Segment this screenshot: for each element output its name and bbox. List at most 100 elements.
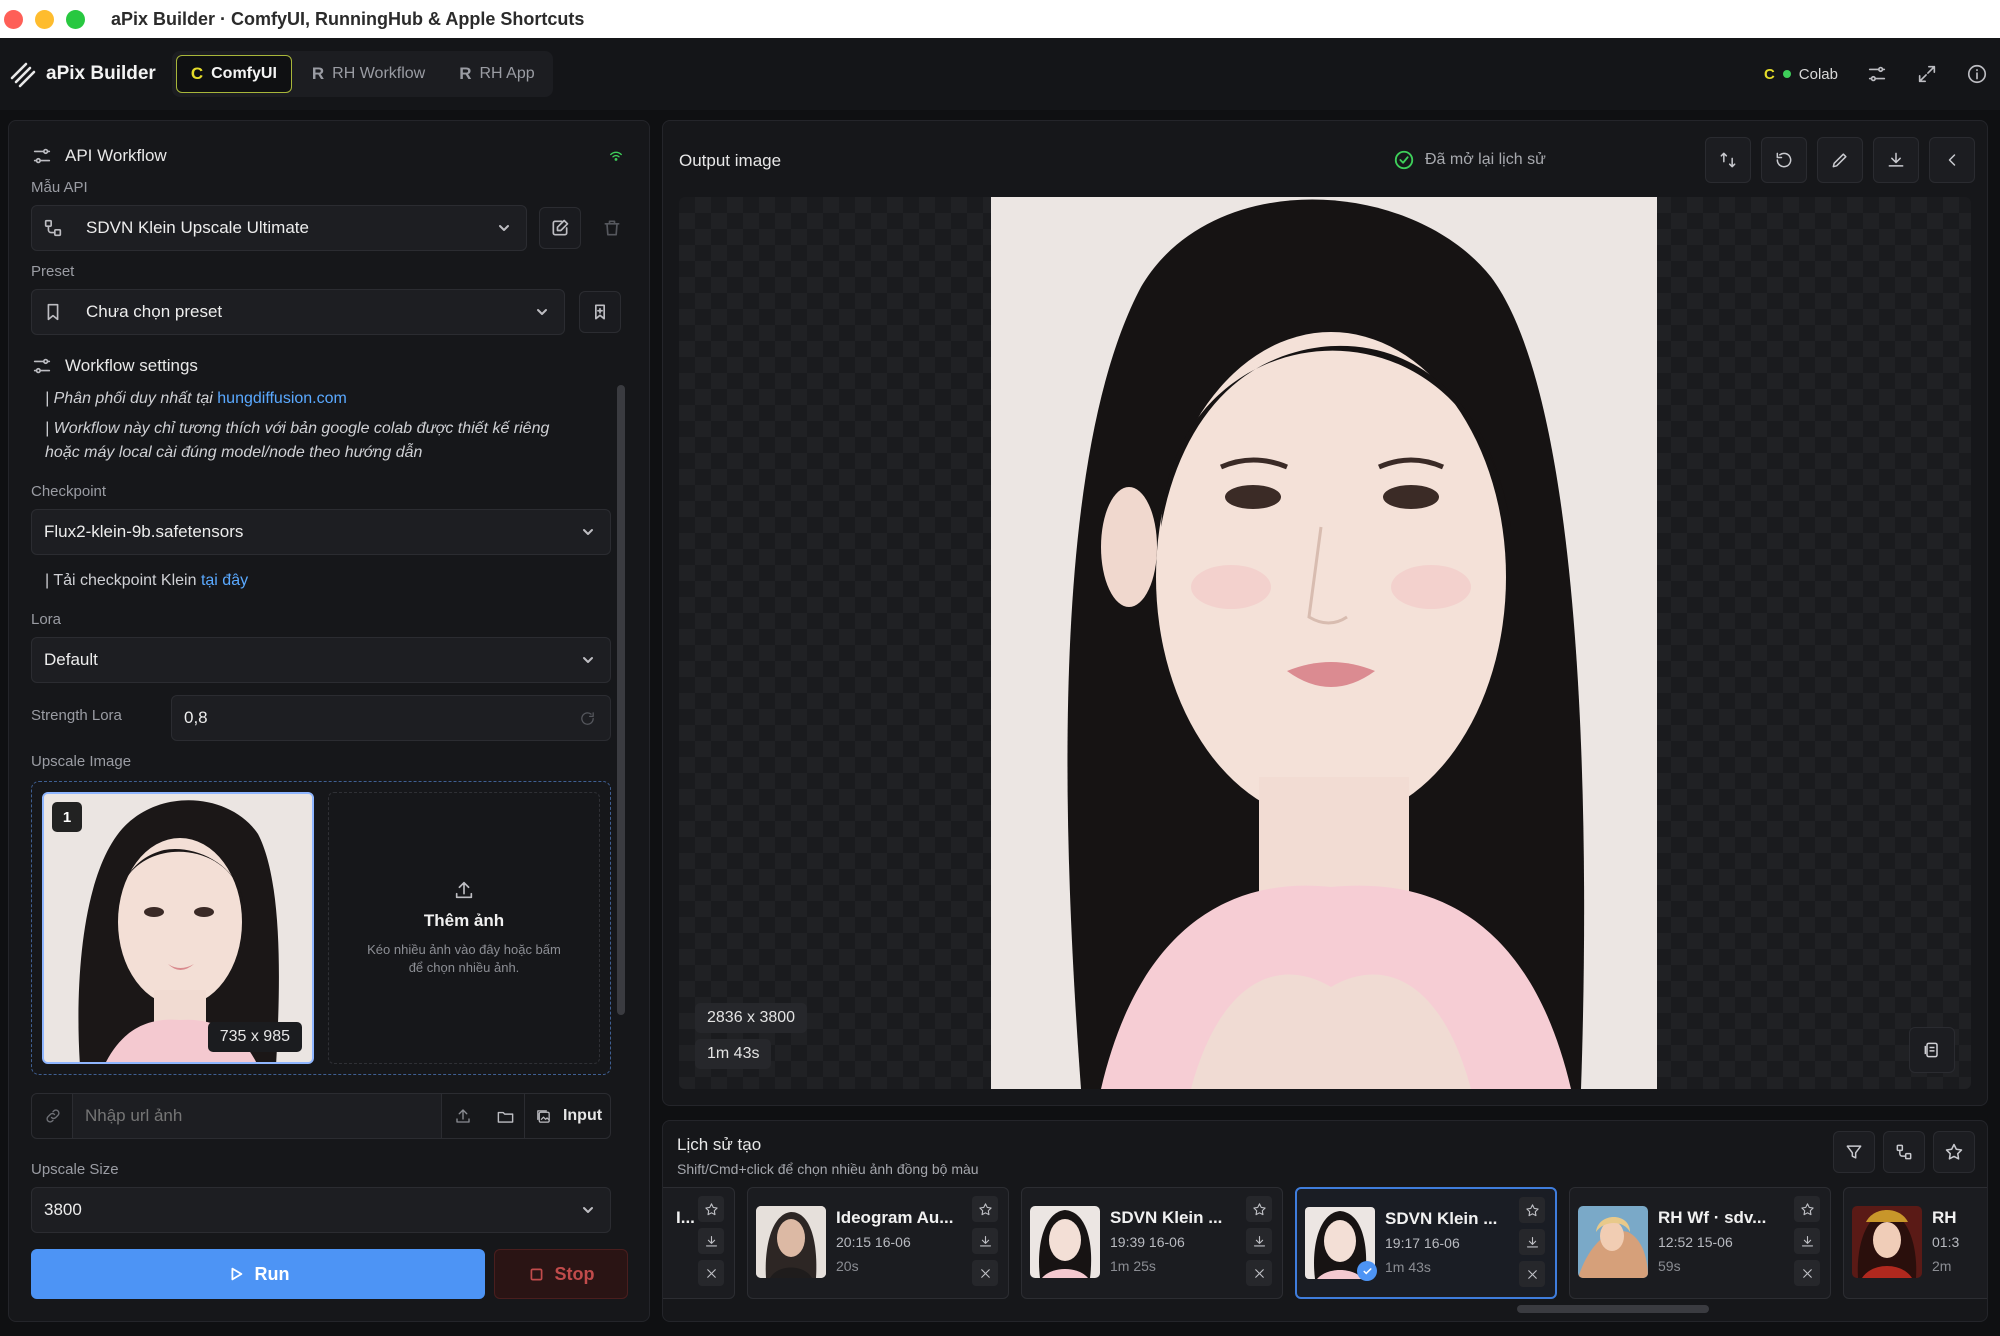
minimize-window-button[interactable] <box>35 9 54 29</box>
tab-label: RH Workflow <box>332 65 426 82</box>
api-label: Mẫu API <box>31 179 88 196</box>
favorite-icon[interactable] <box>972 1196 998 1222</box>
zoom-window-button[interactable] <box>66 9 85 29</box>
lora-select[interactable]: Default <box>31 637 611 683</box>
workflow-icon <box>42 217 64 239</box>
history-item-time: 19:39 16-06 <box>1110 1234 1185 1250</box>
history-item[interactable]: Ideogram Au... 20:15 16-06 20s <box>747 1187 1009 1299</box>
tab-comfyui[interactable]: C ComfyUI <box>175 55 292 93</box>
api-value: SDVN Klein Upscale Ultimate <box>86 218 309 237</box>
history-toolbar <box>1833 1131 1975 1173</box>
download-icon[interactable] <box>972 1228 998 1254</box>
strength-lora-value: 0,8 <box>184 708 208 727</box>
remove-icon[interactable] <box>1794 1260 1820 1286</box>
compare-button[interactable] <box>1705 137 1751 183</box>
bookmark-icon <box>42 301 64 323</box>
fit-view-button[interactable] <box>1909 1027 1955 1073</box>
output-toolbar <box>1705 137 1975 183</box>
preset-select[interactable]: Chưa chọn preset <box>31 289 565 335</box>
history-item[interactable]: I... <box>663 1187 735 1299</box>
workflow-filter-button[interactable] <box>1883 1131 1925 1173</box>
output-canvas[interactable]: 2836 x 3800 1m 43s <box>679 197 1971 1089</box>
checkpoint-download-link[interactable]: tại đây <box>201 572 248 589</box>
download-icon[interactable] <box>1794 1228 1820 1254</box>
output-image[interactable] <box>991 197 1657 1089</box>
runninghub-icon: R <box>459 64 472 83</box>
play-icon <box>231 1267 242 1281</box>
history-item[interactable]: RH Wf · sdv... 12:52 15-06 59s <box>1569 1187 1831 1299</box>
rerun-button[interactable] <box>1761 137 1807 183</box>
download-icon[interactable] <box>698 1228 724 1254</box>
stop-button[interactable]: Stop <box>494 1249 628 1299</box>
favorite-icon[interactable] <box>1519 1197 1545 1223</box>
save-preset-button[interactable] <box>579 291 621 333</box>
upscale-image-dropzone[interactable]: 1 735 x 985 Thêm ảnh Kéo nhiều ảnh vào đ… <box>31 781 611 1075</box>
api-workflow-header: API Workflow <box>31 145 167 167</box>
reset-icon[interactable] <box>576 707 598 729</box>
input-image-thumbnail[interactable]: 1 735 x 985 <box>42 792 314 1064</box>
bookmark-plus-icon <box>595 304 605 320</box>
api-select[interactable]: SDVN Klein Upscale Ultimate <box>31 205 527 251</box>
chevron-down-icon <box>534 304 550 320</box>
upscale-size-label: Upscale Size <box>31 1161 119 1178</box>
window-titlebar: aPix Builder · ComfyUI, RunningHub & App… <box>0 0 2000 38</box>
tab-rh-app[interactable]: R RH App <box>445 55 548 93</box>
history-item-selected[interactable]: SDVN Klein ... 19:17 16-06 1m 43s <box>1295 1187 1557 1299</box>
output-duration: 1m 43s <box>695 1039 772 1069</box>
download-icon[interactable] <box>1246 1228 1272 1254</box>
workflow-icon <box>1896 1144 1912 1160</box>
remove-icon[interactable] <box>1519 1261 1545 1287</box>
download-icon[interactable] <box>1519 1229 1545 1255</box>
workflow-settings-header: Workflow settings <box>31 355 198 377</box>
history-item[interactable]: SDVN Klein ... 19:39 16-06 1m 25s <box>1021 1187 1283 1299</box>
close-window-button[interactable] <box>4 9 23 29</box>
filter-button[interactable] <box>1833 1131 1875 1173</box>
image-url-input[interactable] <box>72 1094 442 1138</box>
edit-api-button[interactable] <box>539 207 581 249</box>
tab-label: ComfyUI <box>211 65 277 82</box>
fullscreen-icon[interactable] <box>1916 63 1938 85</box>
sliders-icon <box>31 355 53 377</box>
history-item[interactable]: RH 01:3 2m <box>1843 1187 1987 1299</box>
strength-lora-label: Strength Lora <box>31 707 122 724</box>
distribution-note: | Phân phối duy nhất tại hungdiffusion.c… <box>45 387 347 411</box>
image-url-bar: Input <box>31 1093 611 1139</box>
settings-sliders-icon[interactable] <box>1866 63 1888 85</box>
note-text: | Tải checkpoint Klein <box>45 572 201 589</box>
remove-icon[interactable] <box>698 1260 724 1286</box>
section-title: API Workflow <box>65 146 167 165</box>
remove-icon[interactable] <box>1246 1260 1272 1286</box>
input-gallery-button[interactable]: Input <box>524 1094 610 1138</box>
panel-scrollbar[interactable] <box>617 385 625 1015</box>
delete-api-button[interactable] <box>591 207 633 249</box>
run-label: Run <box>254 1263 290 1284</box>
remove-icon[interactable] <box>972 1260 998 1286</box>
hungdiffusion-link[interactable]: hungdiffusion.com <box>217 390 347 407</box>
history-item-duration: 20s <box>836 1258 859 1274</box>
status-text: Đã mở lại lịch sử <box>1425 151 1546 168</box>
upload-icon <box>453 879 475 901</box>
checkpoint-select[interactable]: Flux2-klein-9b.safetensors <box>31 509 611 555</box>
history-thumbnail <box>1578 1206 1648 1278</box>
favorites-button[interactable] <box>1933 1131 1975 1173</box>
favorite-icon[interactable] <box>1794 1196 1820 1222</box>
scroll-icon <box>1924 1042 1938 1058</box>
add-image-tile[interactable]: Thêm ảnh Kéo nhiều ảnh vào đây hoặc bấm … <box>328 792 600 1064</box>
selected-check-icon <box>1357 1261 1377 1281</box>
favorite-icon[interactable] <box>1246 1196 1272 1222</box>
favorite-icon[interactable] <box>698 1196 724 1222</box>
colab-status[interactable]: C Colab <box>1764 66 1838 83</box>
folder-icon[interactable] <box>494 1105 516 1127</box>
tab-rh-workflow[interactable]: R RH Workflow <box>298 55 439 93</box>
upload-icon[interactable] <box>452 1105 474 1127</box>
check-circle-icon <box>1394 150 1414 170</box>
run-button[interactable]: Run <box>31 1249 485 1299</box>
history-scrollbar[interactable] <box>1517 1305 1709 1313</box>
comfyui-icon: C <box>190 64 204 83</box>
collapse-button[interactable] <box>1929 137 1975 183</box>
edit-button[interactable] <box>1817 137 1863 183</box>
download-button[interactable] <box>1873 137 1919 183</box>
info-icon[interactable] <box>1966 63 1988 85</box>
strength-lora-input[interactable]: 0,8 <box>171 695 611 741</box>
upscale-size-select[interactable]: 3800 <box>31 1187 611 1233</box>
